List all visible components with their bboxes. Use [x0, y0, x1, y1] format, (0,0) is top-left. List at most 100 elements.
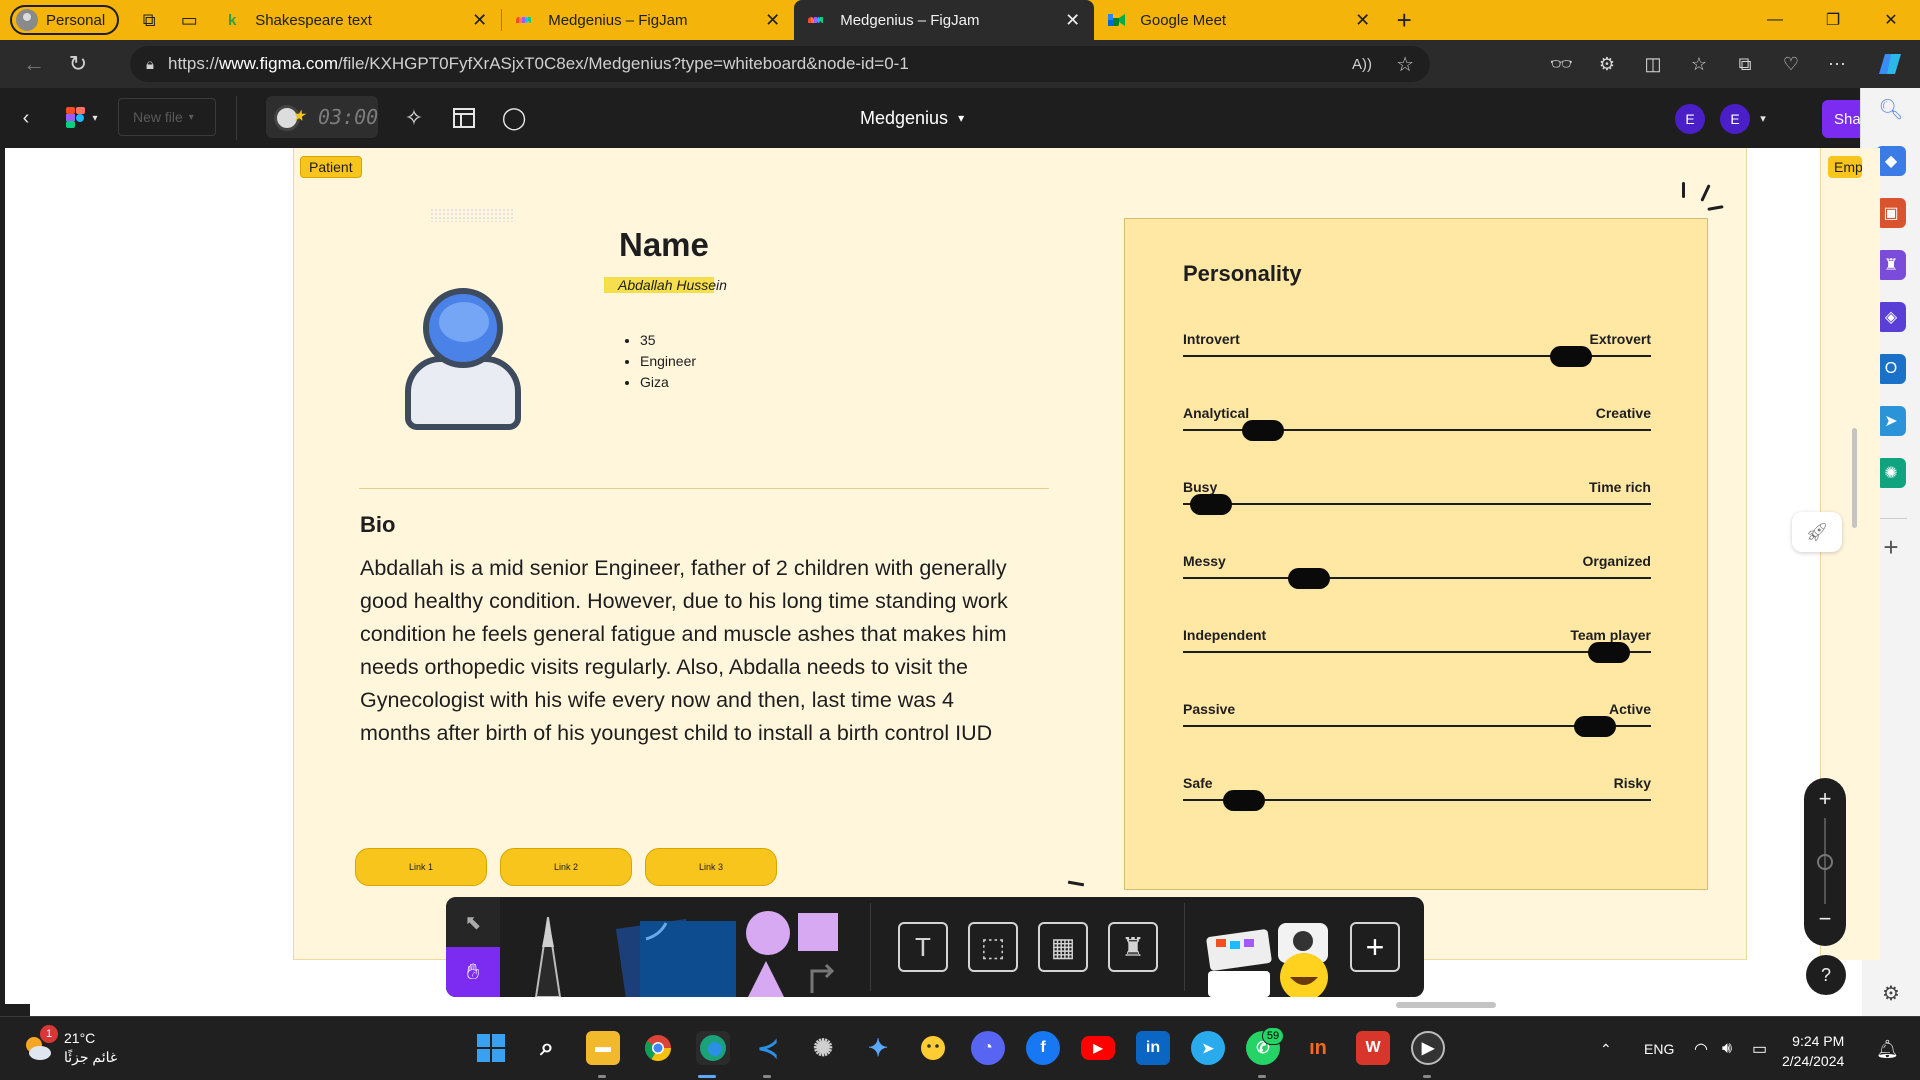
- wifi-icon[interactable]: ◠: [1694, 1017, 1708, 1080]
- zoom-slider-handle[interactable]: [1817, 854, 1833, 870]
- chatgpt-app-icon[interactable]: ✺: [806, 1031, 840, 1065]
- link-2-button[interactable]: Link 2: [500, 848, 632, 886]
- tab-actions-icon[interactable]: ▭: [169, 0, 209, 40]
- templates-icon[interactable]: [448, 102, 480, 134]
- personality-trait-slider[interactable]: Independent Team player: [1183, 627, 1651, 667]
- refresh-icon[interactable]: ↻: [56, 40, 100, 88]
- outlook-icon[interactable]: O: [1876, 354, 1906, 384]
- trait-track[interactable]: [1183, 651, 1651, 653]
- medium-like-icon[interactable]: ın: [1301, 1031, 1335, 1065]
- facebook-icon[interactable]: f: [1026, 1031, 1060, 1065]
- zoom-out-icon[interactable]: −: [1804, 906, 1846, 932]
- sidebar-settings-gear-icon[interactable]: ⚙︎: [1876, 978, 1906, 1008]
- marker-tool-icon[interactable]: [524, 916, 572, 997]
- back-icon[interactable]: ←: [12, 40, 56, 88]
- shopping-tag-icon[interactable]: ◆: [1876, 146, 1906, 176]
- figjam-canvas[interactable]: Patient Emp Name Abdallah Hussein 35 Eng…: [0, 148, 1880, 1016]
- personality-trait-slider[interactable]: Introvert Extrovert: [1183, 331, 1651, 371]
- personality-trait-slider[interactable]: Passive Active: [1183, 701, 1651, 741]
- select-arrow-icon[interactable]: ⬉: [446, 897, 500, 947]
- media-player-icon[interactable]: ▶: [1411, 1031, 1445, 1065]
- show-hidden-icons-icon[interactable]: ⌃: [1600, 1017, 1612, 1080]
- battery-icon[interactable]: ▭: [1752, 1017, 1767, 1080]
- document-title[interactable]: Medgenius ▾: [860, 88, 964, 148]
- link-1-button[interactable]: Link 1: [355, 848, 487, 886]
- file-explorer-icon[interactable]: ▬: [586, 1031, 620, 1065]
- windows-start-icon[interactable]: [474, 1031, 508, 1065]
- youtube-icon[interactable]: ▶: [1081, 1036, 1115, 1060]
- chrome-icon[interactable]: [641, 1031, 675, 1065]
- personality-card[interactable]: Personality Introvert Extrovert Analytical…: [1124, 218, 1708, 890]
- comment-icon[interactable]: ◯: [498, 102, 530, 134]
- copilot-app-icon[interactable]: ✦: [861, 1031, 895, 1065]
- workspaces-icon[interactable]: ⧉: [129, 0, 169, 40]
- copilot-icon[interactable]: [1860, 40, 1920, 88]
- users-dropdown-icon[interactable]: ▾: [1756, 110, 1770, 126]
- close-tab-icon[interactable]: ✕: [765, 10, 780, 31]
- trait-track[interactable]: [1183, 503, 1651, 505]
- personality-trait-slider[interactable]: Messy Organized: [1183, 553, 1651, 593]
- copilot-designer-icon[interactable]: ◈: [1876, 302, 1906, 332]
- send-icon[interactable]: ➤: [1876, 406, 1906, 436]
- favorites-icon[interactable]: ☆: [1676, 40, 1722, 88]
- vscode-icon[interactable]: ≺: [751, 1031, 785, 1065]
- widgets-tool-icon[interactable]: [1204, 911, 1334, 997]
- volume-icon[interactable]: 🔊︎: [1722, 1017, 1732, 1080]
- close-tab-icon[interactable]: ✕: [472, 10, 487, 31]
- rocket-icon[interactable]: 🚀︎: [1792, 512, 1842, 552]
- taskbar-search-icon[interactable]: ⌕: [530, 1031, 564, 1065]
- telegram-icon[interactable]: ➤: [1191, 1031, 1225, 1065]
- url-input[interactable]: 🔒︎ https://www.figma.com/file/KXHGPT0Fyf…: [130, 46, 1430, 82]
- personality-trait-slider[interactable]: Analytical Creative: [1183, 405, 1651, 445]
- new-tab-icon[interactable]: +: [1384, 0, 1424, 40]
- help-icon[interactable]: ?: [1806, 955, 1846, 995]
- search-icon[interactable]: 🔍︎: [1876, 94, 1906, 124]
- notification-bell-icon[interactable]: 🔔︎: [1876, 1017, 1899, 1080]
- trait-knob[interactable]: [1223, 790, 1265, 811]
- language-indicator[interactable]: ENG: [1644, 1017, 1674, 1080]
- stamp-tool-icon[interactable]: ♜: [1108, 922, 1158, 972]
- shapes-tool-icon[interactable]: [746, 909, 846, 997]
- split-screen-icon[interactable]: ◫: [1630, 40, 1676, 88]
- minimize-icon[interactable]: —: [1746, 0, 1804, 40]
- close-window-icon[interactable]: ✕: [1862, 0, 1920, 40]
- discord-icon[interactable]: ◔: [971, 1031, 1005, 1065]
- more-tools-plus-icon[interactable]: +: [1350, 922, 1400, 972]
- close-tab-icon[interactable]: ✕: [1355, 10, 1370, 31]
- toolbox-icon[interactable]: ▣: [1876, 198, 1906, 228]
- table-tool-icon[interactable]: ▦: [1038, 922, 1088, 972]
- section-label-patient[interactable]: Patient: [300, 156, 362, 178]
- add-sidebar-app-icon[interactable]: +: [1876, 532, 1906, 562]
- vertical-scrollbar[interactable]: [1852, 428, 1857, 528]
- personality-trait-slider[interactable]: Busy Time rich: [1183, 479, 1651, 519]
- trait-knob[interactable]: [1190, 494, 1232, 515]
- emoji-app-icon[interactable]: [916, 1031, 950, 1065]
- link-3-button[interactable]: Link 3: [645, 848, 777, 886]
- trait-knob[interactable]: [1574, 716, 1616, 737]
- main-menu-icon[interactable]: ▾: [60, 104, 104, 132]
- zoom-in-icon[interactable]: +: [1804, 786, 1846, 812]
- back-chevron-icon[interactable]: ‹: [12, 106, 40, 130]
- system-clock[interactable]: 9:24 PM 2/24/2024: [1782, 1031, 1844, 1071]
- tab-google-meet[interactable]: Google Meet ✕: [1094, 0, 1384, 40]
- games-icon[interactable]: ♜: [1876, 250, 1906, 280]
- wps-icon[interactable]: W: [1356, 1031, 1390, 1065]
- tab-medgenius-active[interactable]: Medgenius – FigJam ✕: [794, 0, 1095, 40]
- chatgpt-icon[interactable]: ✺: [1876, 458, 1906, 488]
- profile-button[interactable]: Personal: [10, 5, 120, 35]
- personality-trait-slider[interactable]: Safe Risky: [1183, 775, 1651, 815]
- performance-icon[interactable]: ♡: [1768, 40, 1814, 88]
- trait-track[interactable]: [1183, 577, 1651, 579]
- edge-icon[interactable]: [696, 1031, 730, 1065]
- sticky-note-tool-icon[interactable]: [606, 915, 736, 997]
- extension-glasses-icon[interactable]: 👓︎: [1538, 40, 1584, 88]
- trait-knob[interactable]: [1242, 420, 1284, 441]
- restore-icon[interactable]: ❐: [1804, 0, 1862, 40]
- trait-knob[interactable]: [1550, 346, 1592, 367]
- text-tool-icon[interactable]: T: [898, 922, 948, 972]
- section-tool-icon[interactable]: ⬚: [968, 922, 1018, 972]
- close-tab-icon[interactable]: ✕: [1065, 10, 1080, 31]
- timer-widget[interactable]: ★ 03:00: [266, 96, 378, 138]
- new-file-dropdown[interactable]: New file ▾: [118, 98, 216, 136]
- ai-sparkle-icon[interactable]: ✧: [398, 102, 430, 134]
